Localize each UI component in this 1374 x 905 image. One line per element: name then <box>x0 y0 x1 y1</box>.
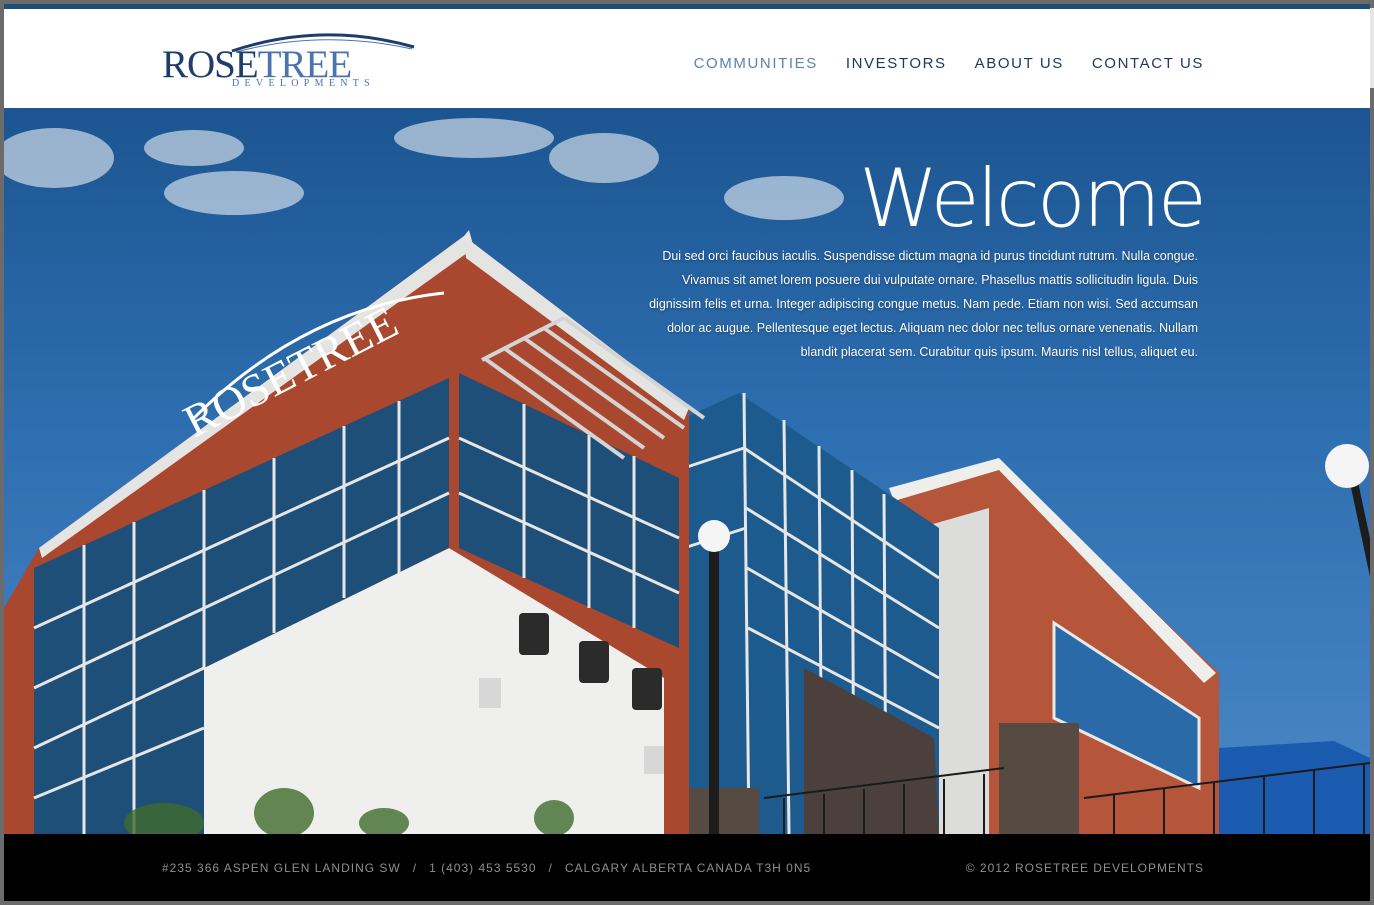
footer-copyright: © 2012 ROSETREE DEVELOPMENTS <box>965 861 1204 875</box>
hero-title: Welcome <box>859 152 1207 245</box>
site-footer: #235 366 ASPEN GLEN LANDING SW / 1 (403) 4… <box>4 834 1370 901</box>
window-scrollbar[interactable] <box>1370 8 1374 88</box>
hero-intro-text: Dui sed orci faucibus iaculis. Suspendis… <box>649 249 1198 359</box>
site-logo[interactable]: ROSETREE DEVELOPMENTS <box>162 27 418 91</box>
footer-phone[interactable]: 1 (403) 453 5530 <box>429 861 536 875</box>
nav-investors[interactable]: INVESTORS <box>846 55 947 72</box>
nav-contact-us[interactable]: CONTACT US <box>1092 55 1204 72</box>
nav-about-us[interactable]: ABOUT US <box>975 55 1064 72</box>
footer-separator: / <box>412 861 418 875</box>
site-header: ROSETREE DEVELOPMENTS COMMUNITIES INVEST… <box>4 9 1370 108</box>
nav-communities[interactable]: COMMUNITIES <box>694 55 818 72</box>
logo-subtitle: DEVELOPMENTS <box>232 78 376 89</box>
hero-banner: ROSETREE Welcome Dui sed orci faucibus i… <box>4 108 1370 834</box>
page-frame: ROSETREE DEVELOPMENTS COMMUNITIES INVEST… <box>4 4 1370 901</box>
footer-city: CALGARY ALBERTA CANADA T3H 0N5 <box>564 861 812 875</box>
footer-separator: / <box>548 861 553 875</box>
clouds <box>4 118 844 220</box>
footer-contact: #235 366 ASPEN GLEN LANDING SW / 1 (403) 4… <box>162 861 811 875</box>
footer-address: #235 366 ASPEN GLEN LANDING SW <box>162 861 401 875</box>
main-nav: COMMUNITIES INVESTORS ABOUT US CONTACT U… <box>694 55 1204 72</box>
